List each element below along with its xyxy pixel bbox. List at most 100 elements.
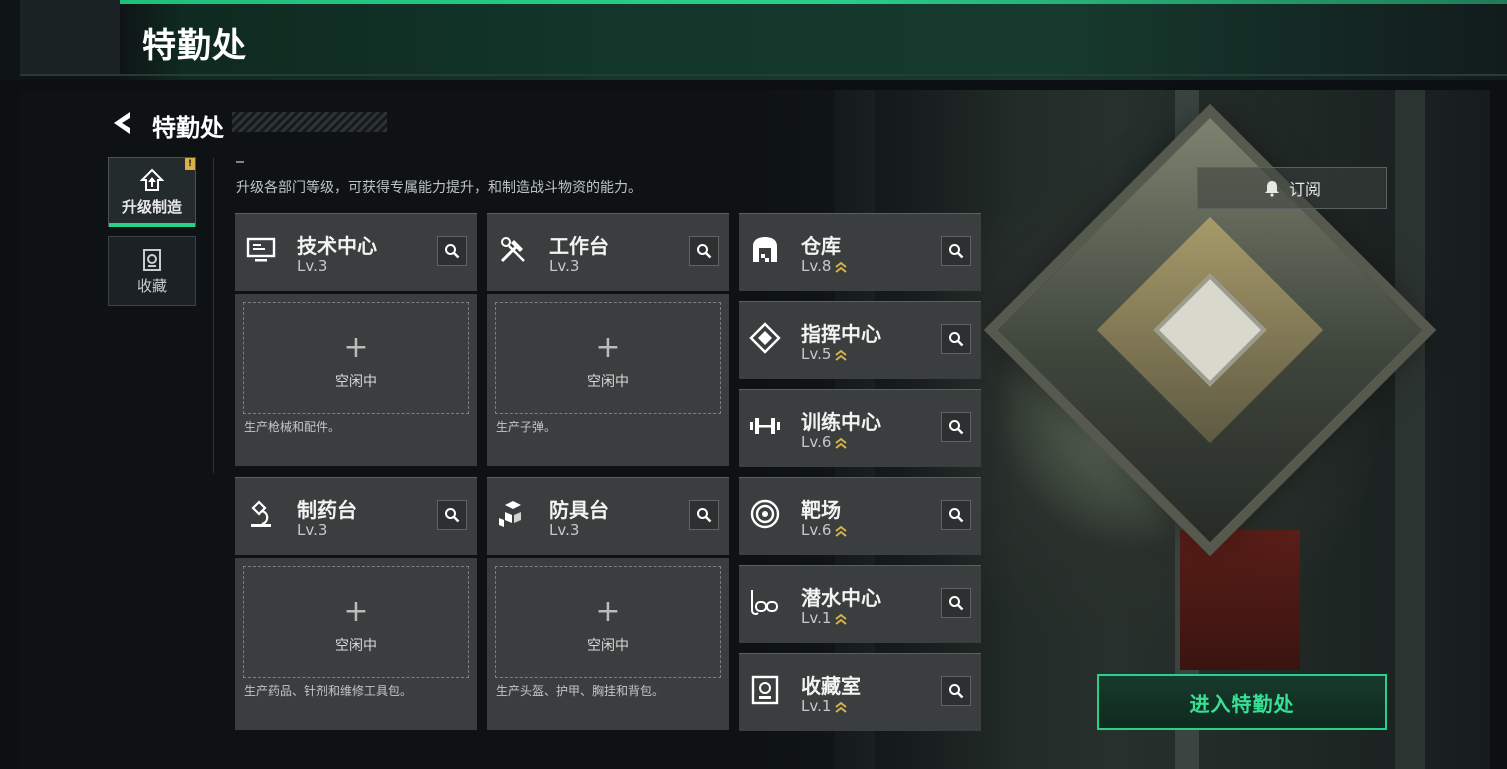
level-text: Lv.8	[801, 257, 832, 275]
facility-card-diving-center[interactable]: 潜水中心 Lv.1	[739, 565, 981, 643]
inspect-button[interactable]	[689, 236, 719, 266]
magnifier-icon	[949, 684, 964, 699]
production-slot-armor-bench[interactable]: + 空闲中 生产头盔、护甲、胸挂和背包。	[487, 558, 729, 730]
idle-slot-dashed-frame[interactable]: + 空闲中	[495, 302, 721, 414]
tab-collection[interactable]: 收藏	[108, 236, 196, 306]
inspect-button[interactable]	[941, 500, 971, 530]
magnifier-icon	[697, 508, 712, 523]
back-arrow-icon[interactable]	[108, 108, 138, 138]
slot-description: 生产头盔、护甲、胸挂和背包。	[496, 684, 665, 698]
facility-level: Lv.1	[801, 697, 848, 715]
vertical-divider	[213, 158, 214, 473]
building-level: Lv.3	[549, 257, 580, 275]
plus-icon: +	[343, 330, 369, 365]
inspect-button[interactable]	[941, 412, 971, 442]
facility-level: Lv.5	[801, 345, 848, 363]
inspect-button[interactable]	[941, 236, 971, 266]
facility-level: Lv.6	[801, 521, 848, 539]
idle-status: 空闲中	[587, 638, 629, 654]
banner-left-block	[20, 0, 120, 74]
level-text: Lv.6	[801, 521, 832, 539]
page-title: 特勤处	[152, 114, 224, 142]
magnifier-icon	[445, 508, 460, 523]
slot-description: 生产药品、针剂和维修工具包。	[244, 684, 413, 698]
diving-mask-icon	[751, 590, 778, 615]
idle-slot-dashed-frame[interactable]: + 空闲中	[495, 566, 721, 678]
cube-core	[1153, 273, 1267, 387]
top-banner: 特勤处	[0, 0, 1507, 80]
plus-icon: +	[595, 330, 621, 365]
page-description: 升级各部门等级，可获得专属能力提升，和制造战斗物资的能力。	[236, 180, 642, 196]
building-level: Lv.3	[297, 521, 328, 539]
vault-icon	[751, 675, 779, 705]
upgrade-chevron-icon	[835, 261, 848, 273]
facility-card-collection-room[interactable]: 收藏室 Lv.1	[739, 653, 981, 731]
facility-card-command-center[interactable]: 指挥中心 Lv.5	[739, 301, 981, 379]
magnifier-icon	[445, 244, 460, 259]
facility-name: 收藏室	[801, 674, 861, 698]
slot-description: 生产枪械和配件。	[244, 420, 341, 434]
magnifier-icon	[949, 508, 964, 523]
inspect-button[interactable]	[437, 500, 467, 530]
facility-name: 仓库	[801, 234, 841, 258]
tab-label: 升级制造	[121, 198, 182, 216]
inspect-button[interactable]	[941, 324, 971, 354]
command-icon	[749, 322, 781, 354]
inspect-button[interactable]	[941, 676, 971, 706]
inspect-button[interactable]	[941, 588, 971, 618]
upgrade-chevron-icon	[835, 349, 848, 361]
building-card-pharmacy[interactable]: 制药台 Lv.3	[235, 477, 477, 555]
magnifier-icon	[949, 420, 964, 435]
idle-slot-dashed-frame[interactable]: + 空闲中	[243, 302, 469, 414]
idle-slot-dashed-frame[interactable]: + 空闲中	[243, 566, 469, 678]
collection-icon	[143, 249, 161, 271]
plus-icon: +	[343, 594, 369, 629]
building-name: 工作台	[549, 234, 609, 258]
dumbbell-icon	[750, 418, 780, 434]
tab-upgrade-craft[interactable]: 升级制造	[108, 157, 196, 227]
banner-accent-line	[120, 0, 1507, 4]
facility-name: 训练中心	[801, 410, 881, 434]
production-slot-workbench[interactable]: + 空闲中 生产子弹。	[487, 294, 729, 466]
magnifier-icon	[949, 244, 964, 259]
building-level: Lv.3	[297, 257, 328, 275]
facility-level: Lv.6	[801, 433, 848, 451]
upgrade-chevron-icon	[835, 525, 848, 537]
subscribe-button[interactable]: 订阅	[1197, 167, 1387, 209]
monitor-icon	[246, 237, 276, 262]
facility-card-warehouse[interactable]: 仓库 Lv.8	[739, 213, 981, 291]
production-slot-pharmacy[interactable]: + 空闲中 生产药品、针剂和维修工具包。	[235, 558, 477, 730]
target-icon	[750, 499, 780, 529]
facility-card-training-center[interactable]: 训练中心 Lv.6	[739, 389, 981, 467]
magnifier-icon	[949, 332, 964, 347]
notice-flag-icon	[185, 158, 195, 170]
building-card-workbench[interactable]: 工作台 Lv.3	[487, 213, 729, 291]
tab-label: 收藏	[136, 277, 167, 295]
inspect-button[interactable]	[689, 500, 719, 530]
facility-name: 潜水中心	[801, 586, 881, 610]
enter-special-ops-button[interactable]: 进入特勤处	[1097, 674, 1387, 730]
level-text: Lv.5	[801, 345, 832, 363]
inspect-button[interactable]	[437, 236, 467, 266]
magnifier-icon	[697, 244, 712, 259]
building-name: 制药台	[297, 498, 357, 522]
production-slot-tech-center[interactable]: + 空闲中 生产枪械和配件。	[235, 294, 477, 466]
dash-decoration	[236, 161, 244, 163]
banner-title: 特勤处	[142, 26, 247, 66]
microscope-icon	[251, 500, 271, 527]
upgrade-chevron-icon	[835, 437, 848, 449]
idle-status: 空闲中	[587, 374, 629, 390]
tools-icon	[500, 237, 525, 263]
facility-name: 指挥中心	[801, 322, 881, 346]
building-card-armor-bench[interactable]: 防具台 Lv.3	[487, 477, 729, 555]
idle-status: 空闲中	[335, 638, 377, 654]
facility-level: Lv.8	[801, 257, 848, 275]
facility-card-shooting-range[interactable]: 靶场 Lv.6	[739, 477, 981, 555]
level-text: Lv.1	[801, 609, 832, 627]
level-text: Lv.1	[801, 697, 832, 715]
upgrade-chevron-icon	[835, 613, 848, 625]
building-name: 技术中心	[297, 234, 377, 258]
title-hatch-decoration	[232, 112, 387, 132]
building-card-tech-center[interactable]: 技术中心 Lv.3	[235, 213, 477, 291]
upgrade-icon	[139, 168, 165, 191]
